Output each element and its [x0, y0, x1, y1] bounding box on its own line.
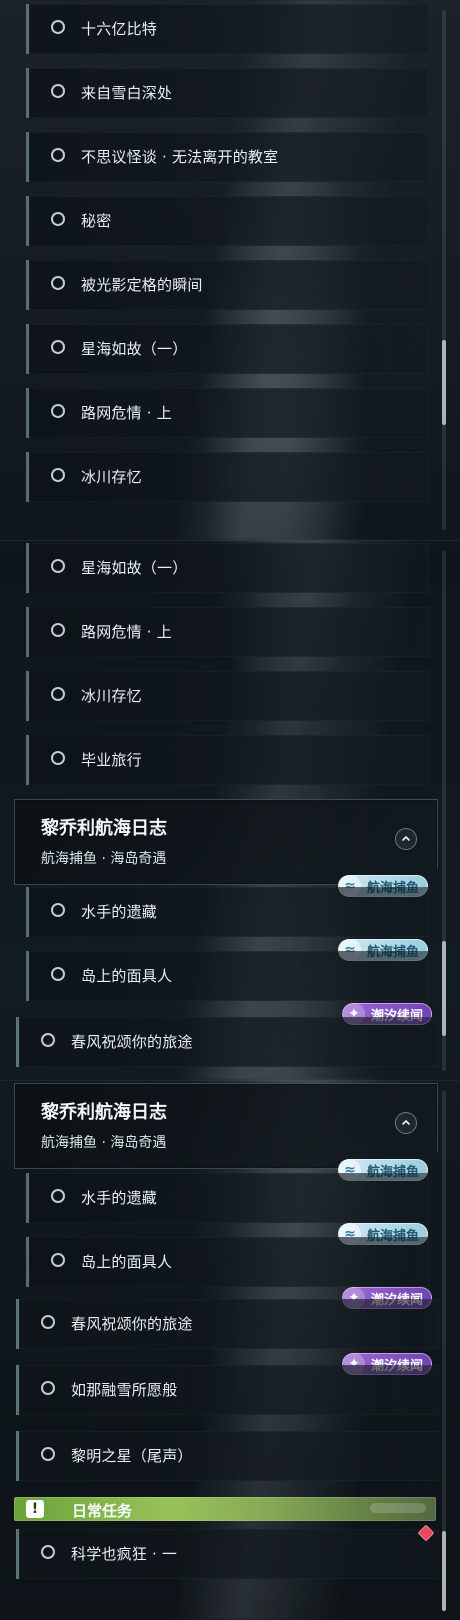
quest-section-header[interactable]: 黎乔利航海日志 航海捕鱼 · 海岛奇遇 [14, 799, 438, 885]
quest-item-label: 如那融雪所愿般 [71, 1381, 178, 1399]
scrollbar-thumb[interactable] [442, 340, 446, 425]
daily-tasks-decoration [370, 1503, 426, 1513]
quest-item-label: 冰川存忆 [81, 687, 142, 705]
circle-outline-icon [51, 212, 65, 226]
circle-outline-icon [51, 967, 65, 981]
circle-outline-icon [51, 468, 65, 482]
quest-item[interactable]: 星海如故（一） [26, 543, 429, 593]
quest-item-label: 来自雪白深处 [81, 84, 173, 102]
quest-item-label: 被光影定格的瞬间 [81, 276, 203, 294]
circle-outline-icon [41, 1315, 55, 1329]
quest-item[interactable]: 春风祝颂你的旅途 [16, 1017, 439, 1067]
quest-item-label: 岛上的面具人 [81, 1253, 173, 1271]
circle-outline-icon [51, 340, 65, 354]
quest-panel-bottom: 黎乔利航海日志 航海捕鱼 · 海岛奇遇 ≈ 航海捕鱼 水手的遗藏 ≈ 航海捕鱼 … [0, 1080, 460, 1620]
scrollbar-thumb[interactable] [442, 1531, 446, 1611]
quest-item[interactable]: 被光影定格的瞬间 [26, 260, 429, 310]
quest-item-label: 路网危情 · 上 [81, 404, 172, 422]
quest-item[interactable]: 黎明之星（尾声） [16, 1431, 439, 1481]
quest-item-label: 路网危情 · 上 [81, 623, 172, 641]
quest-item[interactable]: 路网危情 · 上 [26, 388, 429, 438]
quest-item-label: 水手的遗藏 [81, 1189, 158, 1207]
circle-outline-icon [51, 903, 65, 917]
scrollbar[interactable] [442, 551, 446, 1071]
quest-panel-top: 十六亿比特 来自雪白深处 不思议怪谈 · 无法离开的教室 秘密 被光影定格的瞬间… [0, 0, 460, 540]
quest-item-label: 冰川存忆 [81, 468, 142, 486]
quest-item[interactable]: 不思议怪谈 · 无法离开的教室 [26, 132, 429, 182]
circle-outline-icon [41, 1447, 55, 1461]
quest-item[interactable]: 如那融雪所愿般 [16, 1365, 439, 1415]
circle-outline-icon [51, 404, 65, 418]
quest-item-label: 黎明之星（尾声） [71, 1447, 193, 1465]
quest-item[interactable]: 秘密 [26, 196, 429, 246]
circle-outline-icon [41, 1545, 55, 1559]
quest-item[interactable]: 岛上的面具人 [26, 1237, 429, 1287]
collapse-button[interactable] [395, 828, 417, 850]
circle-outline-icon [51, 276, 65, 290]
quest-item-label: 不思议怪谈 · 无法离开的教室 [81, 148, 279, 166]
circle-outline-icon [51, 1253, 65, 1267]
circle-outline-icon [41, 1381, 55, 1395]
exclamation-icon: ! [26, 1500, 44, 1518]
chevron-up-icon [402, 1120, 410, 1125]
quest-item[interactable]: 十六亿比特 [26, 4, 429, 54]
quest-item[interactable]: 冰川存忆 [26, 452, 429, 502]
quest-item[interactable]: 春风祝颂你的旅途 [16, 1299, 439, 1349]
quest-item[interactable]: 路网危情 · 上 [26, 607, 429, 657]
quest-item[interactable]: 冰川存忆 [26, 671, 429, 721]
quest-item[interactable]: 毕业旅行 [26, 735, 429, 785]
quest-item-label: 毕业旅行 [81, 751, 142, 769]
collapse-button[interactable] [395, 1112, 417, 1134]
quest-item-label: 春风祝颂你的旅途 [71, 1315, 193, 1333]
scrollbar-thumb[interactable] [442, 941, 446, 1036]
quest-item[interactable]: 水手的遗藏 [26, 1173, 429, 1223]
quest-item[interactable]: 水手的遗藏 [26, 887, 429, 937]
circle-outline-icon [51, 148, 65, 162]
quest-item-label: 水手的遗藏 [81, 903, 158, 921]
daily-tasks-header[interactable]: ! 日常任务 [14, 1497, 436, 1521]
quest-section-header[interactable]: 黎乔利航海日志 航海捕鱼 · 海岛奇遇 [14, 1083, 438, 1169]
circle-outline-icon [51, 559, 65, 573]
circle-outline-icon [51, 84, 65, 98]
quest-list-screen: 十六亿比特 来自雪白深处 不思议怪谈 · 无法离开的教室 秘密 被光影定格的瞬间… [0, 0, 460, 1620]
daily-tasks-title: 日常任务 [72, 1502, 133, 1520]
quest-item-label: 岛上的面具人 [81, 967, 173, 985]
quest-item-label: 秘密 [81, 212, 112, 230]
circle-outline-icon [51, 623, 65, 637]
scrollbar[interactable] [442, 10, 446, 530]
circle-outline-icon [51, 751, 65, 765]
quest-item-label: 科学也疯狂 · 一 [71, 1545, 178, 1563]
circle-outline-icon [51, 1189, 65, 1203]
scrollbar[interactable] [442, 1091, 446, 1611]
quest-item[interactable]: 科学也疯狂 · 一 [16, 1529, 439, 1579]
section-title: 黎乔利航海日志 [41, 818, 167, 839]
quest-item[interactable]: 岛上的面具人 [26, 951, 429, 1001]
section-subtitle: 航海捕鱼 · 海岛奇遇 [41, 851, 167, 867]
circle-outline-icon [41, 1033, 55, 1047]
chevron-up-icon [402, 836, 410, 841]
section-title: 黎乔利航海日志 [41, 1102, 167, 1123]
circle-outline-icon [51, 687, 65, 701]
quest-item-label: 春风祝颂你的旅途 [71, 1033, 193, 1051]
quest-item-label: 星海如故（一） [81, 559, 188, 577]
section-subtitle: 航海捕鱼 · 海岛奇遇 [41, 1135, 167, 1151]
quest-panel-middle: 星海如故（一） 路网危情 · 上 冰川存忆 毕业旅行 黎乔利航海日志 航海捕鱼 … [0, 540, 460, 1081]
quest-item[interactable]: 来自雪白深处 [26, 68, 429, 118]
quest-item[interactable]: 星海如故（一） [26, 324, 429, 374]
quest-item-label: 星海如故（一） [81, 340, 188, 358]
circle-outline-icon [51, 20, 65, 34]
quest-item-label: 十六亿比特 [81, 20, 158, 38]
